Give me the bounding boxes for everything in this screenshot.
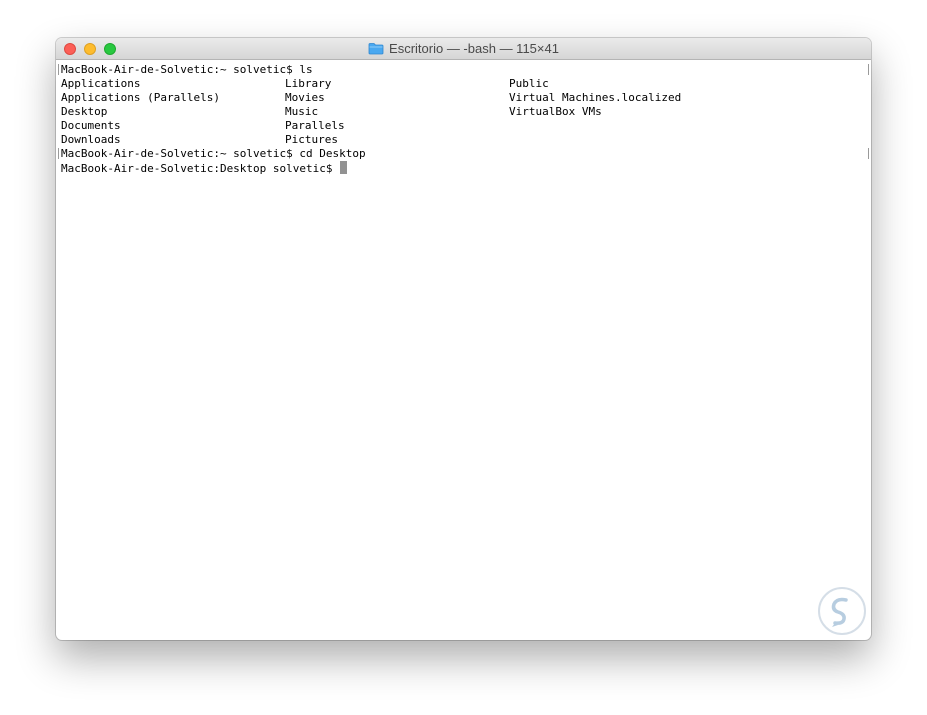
solvetic-logo-icon [817, 586, 867, 636]
terminal-line: MacBook-Air-de-Solvetic:~ solvetic$ cd D… [58, 147, 869, 161]
line-marker-left [58, 64, 61, 75]
terminal-line: Applications Library Public [61, 77, 866, 91]
terminal-line: MacBook-Air-de-Solvetic:~ solvetic$ ls [58, 63, 869, 77]
directory-entry: Pictures [285, 133, 338, 146]
directory-entry: Applications [61, 77, 141, 90]
terminal-line: MacBook-Air-de-Solvetic:Desktop solvetic… [61, 161, 866, 175]
terminal-output[interactable]: MacBook-Air-de-Solvetic:~ solvetic$ ls Ap… [56, 60, 871, 640]
line-marker-left [58, 148, 61, 159]
directory-entry: Public [509, 77, 549, 90]
folder-icon [368, 42, 384, 55]
directory-entry: Music [285, 105, 319, 118]
terminal-line: Desktop Music VirtualBox VMs [61, 105, 866, 119]
window-title-container: Escritorio — -bash — 115×41 [56, 38, 871, 59]
directory-entry: Library [285, 77, 332, 90]
terminal-line: Documents Parallels [61, 119, 866, 133]
text-cursor [340, 161, 348, 174]
directory-entry: VirtualBox VMs [509, 105, 602, 118]
directory-entry: Movies [285, 91, 325, 104]
directory-entry: Desktop [61, 105, 108, 118]
terminal-window: Escritorio — -bash — 115×41 MacBook-Air-… [56, 38, 871, 640]
terminal-line: Downloads Pictures [61, 133, 866, 147]
directory-entry: Documents [61, 119, 121, 132]
command-prompt: MacBook-Air-de-Solvetic:~ solvetic$ cd D… [61, 147, 366, 160]
directory-entry: Parallels [285, 119, 345, 132]
window-title: Escritorio — -bash — 115×41 [389, 41, 559, 56]
terminal-line: Applications (Parallels) Movies Virtual Ma… [61, 91, 866, 105]
directory-entry: Applications (Parallels) [61, 91, 220, 104]
line-marker-right [866, 64, 869, 75]
directory-entry: Virtual Machines.localized [509, 91, 682, 104]
directory-entry: Downloads [61, 133, 121, 146]
current-prompt: MacBook-Air-de-Solvetic:Desktop solvetic… [61, 162, 340, 175]
line-marker-right [866, 148, 869, 159]
title-bar[interactable]: Escritorio — -bash — 115×41 [56, 38, 871, 60]
command-prompt: MacBook-Air-de-Solvetic:~ solvetic$ ls [61, 63, 313, 76]
